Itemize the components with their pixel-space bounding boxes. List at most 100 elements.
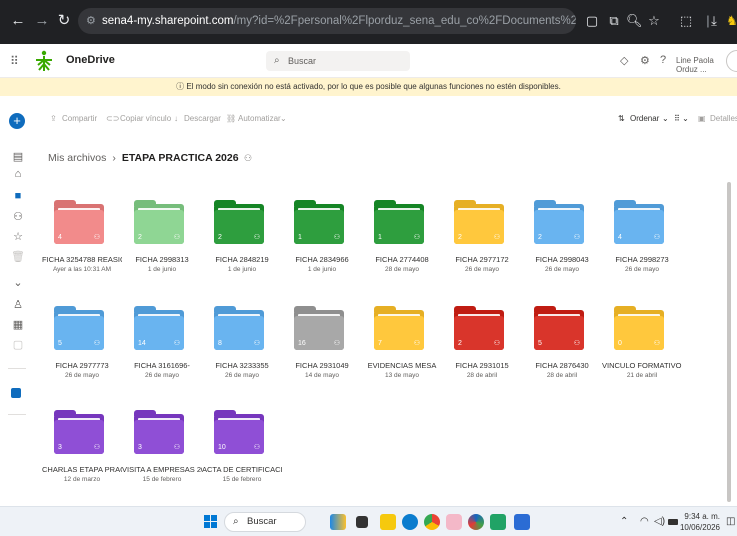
app-name[interactable]: OneDrive <box>66 54 115 66</box>
folder-name[interactable]: FICHA 2998313 <box>122 255 202 264</box>
address-bar[interactable]: ⚙ sena4-my.sharepoint.com/my?id=%2Fperso… <box>78 8 576 34</box>
share-icon: ⇪ <box>50 114 57 123</box>
folder-tile[interactable]: 7 ⚇ EVIDENCIAS MESA 13 de mayo <box>362 306 442 402</box>
expand-chevron-icon[interactable]: ⌄ <box>11 276 25 289</box>
folder-tile[interactable]: 3⚇CHARLAS ETAPA PRACT...12 de marzo <box>42 410 122 506</box>
search-box[interactable]: ⌕ Buscar <box>266 51 410 71</box>
reload-icon[interactable]: ↻ <box>56 12 72 30</box>
diamond-icon[interactable]: ◇ <box>620 54 628 67</box>
folder-tile[interactable]: 2 ⚇ FICHA 2998043 26 de mayo <box>522 200 602 296</box>
folder-name[interactable]: FICHA 2834966 <box>282 255 362 264</box>
folder-tile[interactable]: 10 ⚇ ACTA DE CERTIFICACIO... 15 de febrero <box>202 410 282 506</box>
create-new-button[interactable]: + <box>9 113 25 129</box>
folder-name[interactable]: FICHA 2977773 <box>42 361 122 370</box>
help-icon[interactable]: ? <box>660 54 666 66</box>
folder-tile[interactable]: 2 ⚇ FICHA 2931015 28 de abril <box>442 306 522 402</box>
chrome-icon[interactable] <box>424 514 440 530</box>
excel-icon[interactable] <box>490 514 506 530</box>
document-icon[interactable]: ▦ <box>11 318 25 331</box>
folder-tile[interactable]: 2 ⚇ FICHA 2977172 26 de mayo <box>442 200 522 296</box>
folder-tile[interactable]: 1 ⚇ FICHA 2834966 1 de junio <box>282 200 362 296</box>
back-arrow-icon[interactable]: ← <box>10 12 26 30</box>
people-icon[interactable]: ♙ <box>11 298 25 311</box>
file-explorer-icon[interactable] <box>380 514 396 530</box>
folder-tile[interactable]: 4 ⚇ FICHA 2998273 26 de mayo <box>602 200 682 296</box>
folder-name[interactable]: FICHA 2876430 <box>522 361 602 370</box>
settings-icon[interactable]: ⚙ <box>640 54 650 67</box>
folder-name[interactable]: VINCULO FORMATIVO ... <box>602 361 682 370</box>
folder-tile[interactable]: 16 ⚇ FICHA 2931049 14 de mayo <box>282 306 362 402</box>
folder-name[interactable]: FICHA 3233355 <box>202 361 282 370</box>
folder-name[interactable]: FICHA 2931015 <box>442 361 522 370</box>
automate-button[interactable]: Automatizar <box>238 114 281 123</box>
colorful-app-icon[interactable] <box>468 514 484 530</box>
widgets-icon[interactable] <box>330 514 346 530</box>
notifications-icon[interactable]: ◫ <box>726 516 735 527</box>
folder-name[interactable]: EVIDENCIAS MESA <box>362 361 442 370</box>
volume-icon[interactable]: ◁) <box>654 516 665 527</box>
my-files-icon[interactable]: ■ <box>11 190 25 202</box>
folder-item-count: 8 <box>218 340 222 347</box>
details-button[interactable]: Detalles <box>710 114 737 123</box>
bookmark-star-icon[interactable]: ☆ <box>646 12 662 30</box>
download-icon[interactable]: ⤓ <box>706 12 722 30</box>
download-button[interactable]: Descargar <box>184 114 221 123</box>
folder-item-count: 1 <box>298 234 302 241</box>
folder-name[interactable]: FICHA 3254788 REASIG... <box>42 255 122 264</box>
view-switcher-icon[interactable]: ⠿ ⌄ <box>674 114 689 123</box>
folder-tile[interactable]: 2 ⚇ FICHA 2998313 1 de junio <box>122 200 202 296</box>
folder-name[interactable]: FICHA 2998273 <box>602 255 682 264</box>
wifi-icon[interactable]: ◠ <box>640 516 649 527</box>
clock[interactable]: 9:34 a. m. 10/06/2026 <box>672 511 720 533</box>
folder-tile[interactable]: 4⚇FICHA 3254788 REASIG...Ayer a las 10:3… <box>42 200 122 296</box>
zoom-icon[interactable]: 🔍︎ <box>626 12 643 30</box>
home-icon[interactable]: ▤ <box>11 150 25 163</box>
folder-tile[interactable]: 5 ⚇ FICHA 2977773 26 de mayo <box>42 306 122 402</box>
app-launcher-icon[interactable]: ⠿ <box>10 54 19 68</box>
scrollbar[interactable] <box>727 182 731 502</box>
task-view-icon[interactable] <box>356 516 368 528</box>
copy-link-button[interactable]: Copiar vínculo <box>120 114 171 123</box>
folder-name[interactable]: FICHA 2774408 <box>362 255 442 264</box>
folder-tile[interactable]: 3⚇VISITA A EMPRESAS 202615 de febrero <box>122 410 202 506</box>
app-tile-icon[interactable] <box>11 388 21 398</box>
folder-name[interactable]: VISITA A EMPRESAS 2026 <box>122 465 202 474</box>
extensions-icon[interactable]: ⬚ <box>678 12 694 30</box>
page-icon[interactable]: ▢ <box>11 338 25 351</box>
site-info-icon[interactable]: ⚙ <box>86 8 96 34</box>
folder-tile[interactable]: 0 ⚇ VINCULO FORMATIVO ... 21 de abril <box>602 306 682 402</box>
folder-name[interactable]: FICHA 2998043 <box>522 255 602 264</box>
clipboard-icon[interactable]: ▢ <box>584 12 600 30</box>
recycle-bin-icon[interactable]: 🗑︎ <box>11 250 25 263</box>
url-host: sena4-my.sharepoint.com <box>102 15 234 27</box>
sort-button[interactable]: Ordenar <box>630 114 659 123</box>
folder-modified-date: 28 de mayo <box>385 266 419 273</box>
profile-icon[interactable]: ♞ <box>724 12 737 30</box>
folder-tile[interactable]: 8 ⚇ FICHA 3233355 26 de mayo <box>202 306 282 402</box>
folder-icon: 2 ⚇ <box>454 200 504 244</box>
forward-arrow-icon[interactable]: → <box>34 12 50 30</box>
shared-icon[interactable]: ⚇ <box>11 210 25 223</box>
folder-name[interactable]: FICHA 3161696- <box>122 361 202 370</box>
folder-name[interactable]: FICHA 2848219 <box>202 255 282 264</box>
folder-tile[interactable]: 14 ⚇ FICHA 3161696- 26 de mayo <box>122 306 202 402</box>
folder-name[interactable]: FICHA 2931049 <box>282 361 362 370</box>
shared-icon: ⚇ <box>653 340 660 347</box>
install-app-icon[interactable]: ⧉ <box>606 12 622 30</box>
favorites-icon[interactable]: ☆ <box>11 230 25 243</box>
edge-icon[interactable] <box>402 514 418 530</box>
word-icon[interactable] <box>514 514 530 530</box>
windows-start-icon[interactable] <box>204 515 218 529</box>
folder-tile[interactable]: 2 ⚇ FICHA 2848219 1 de junio <box>202 200 282 296</box>
folder-name[interactable]: FICHA 2977172 <box>442 255 522 264</box>
recent-icon[interactable]: ⌂ <box>11 168 25 180</box>
paint-icon[interactable] <box>446 514 462 530</box>
taskbar-search[interactable]: ⌕ Buscar <box>224 512 306 532</box>
share-button[interactable]: Compartir <box>62 114 97 123</box>
breadcrumb-root[interactable]: Mis archivos <box>48 152 106 164</box>
folder-name[interactable]: ACTA DE CERTIFICACIO... <box>202 465 282 474</box>
tray-chevron-icon[interactable]: ⌃ <box>620 516 628 527</box>
folder-name[interactable]: CHARLAS ETAPA PRACT... <box>42 465 122 474</box>
folder-tile[interactable]: 1 ⚇ FICHA 2774408 28 de mayo <box>362 200 442 296</box>
folder-tile[interactable]: 5 ⚇ FICHA 2876430 28 de abril <box>522 306 602 402</box>
